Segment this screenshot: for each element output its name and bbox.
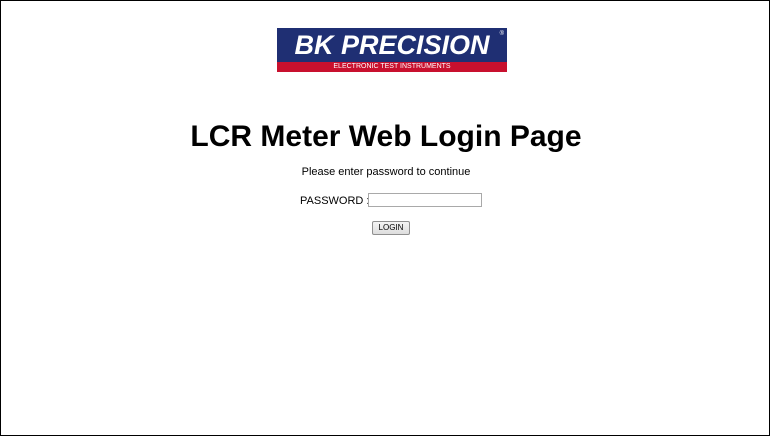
page-title: LCR Meter Web Login Page <box>190 120 582 153</box>
page-subtitle: Please enter password to continue <box>301 166 471 178</box>
logo-tagline: ELECTRONIC TEST INSTRUMENTS <box>277 62 507 72</box>
logo-brand-text: BK PRECISION <box>294 30 490 60</box>
login-button[interactable]: LOGIN <box>372 221 410 235</box>
bk-precision-logo: BK PRECISION ® ELECTRONIC TEST INSTRUMEN… <box>277 28 507 72</box>
logo-registered-mark: ® <box>499 31 504 37</box>
page-frame: BK PRECISION ® ELECTRONIC TEST INSTRUMEN… <box>0 0 770 436</box>
password-label: PASSWORD : <box>300 195 370 207</box>
password-input[interactable] <box>368 193 482 207</box>
